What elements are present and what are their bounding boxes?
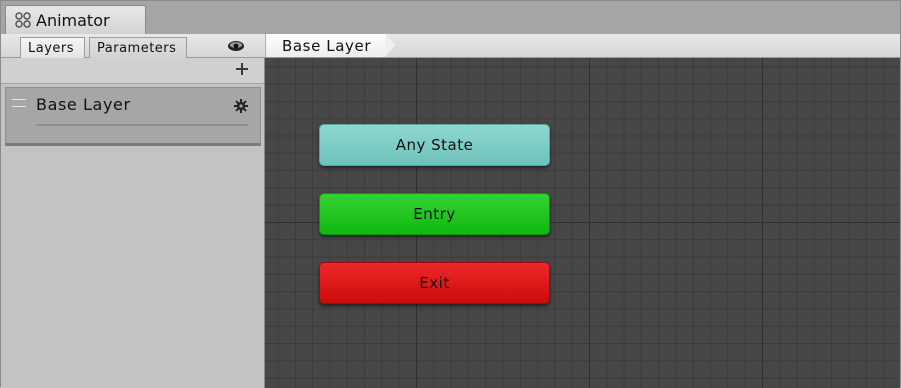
layer-weight-bar (36, 124, 248, 126)
animator-toolbar: Layers Parameters Base Layer (1, 33, 900, 58)
layers-panel: Base Layer (1, 58, 265, 388)
animator-icon (14, 11, 32, 29)
tab-layers[interactable]: Layers (20, 37, 85, 58)
layer-name: Base Layer (36, 95, 131, 114)
eye-icon[interactable] (227, 38, 245, 54)
breadcrumb: Base Layer (265, 33, 396, 57)
gear-icon[interactable] (234, 98, 248, 113)
state-machine-graph[interactable]: Any State Entry Exit (265, 58, 900, 388)
state-node-entry[interactable]: Entry (319, 193, 550, 235)
breadcrumb-arrow (385, 33, 396, 57)
state-node-any-state[interactable]: Any State (319, 124, 550, 166)
plus-icon[interactable] (234, 62, 250, 78)
state-node-exit[interactable]: Exit (319, 262, 550, 304)
layer-item-base-layer[interactable]: Base Layer (5, 87, 261, 146)
animator-window: Animator Layers Parameters Base Layer Ba… (0, 0, 901, 388)
window-tab-strip: Animator (1, 1, 900, 34)
layers-panel-toolbar (1, 58, 264, 84)
window-tab-title: Animator (36, 10, 110, 30)
tab-parameters[interactable]: Parameters (89, 37, 187, 58)
breadcrumb-base-layer[interactable]: Base Layer (265, 34, 386, 57)
drag-handle-icon[interactable] (12, 99, 26, 107)
animator-window-tab[interactable]: Animator (5, 5, 146, 34)
